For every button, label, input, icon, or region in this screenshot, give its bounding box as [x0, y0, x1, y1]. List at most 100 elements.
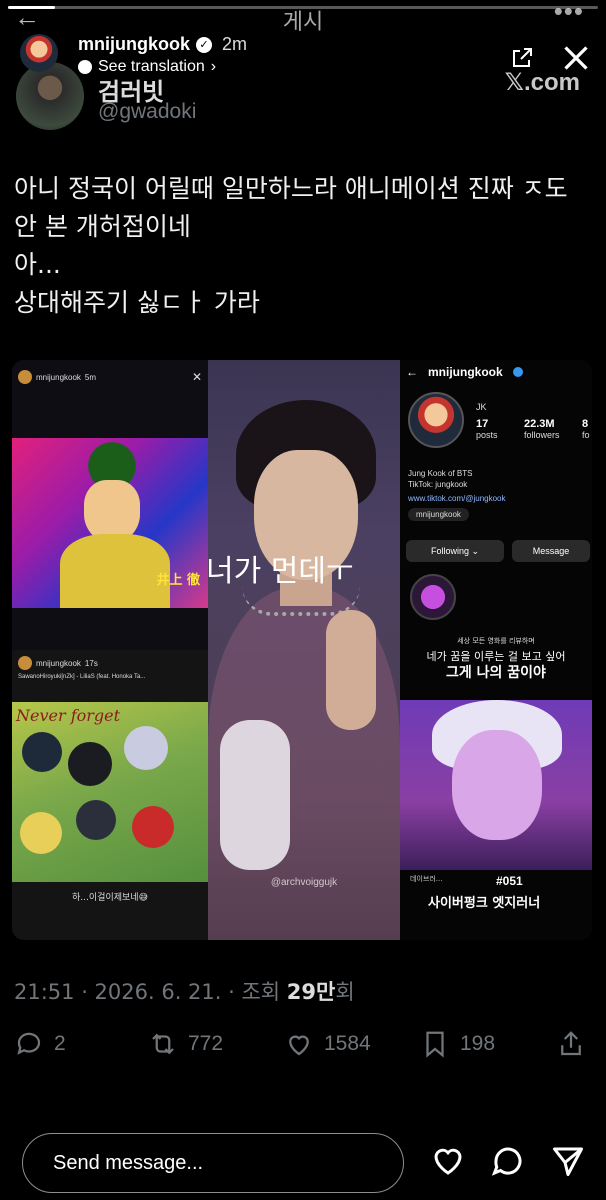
anime-image-2: Never forget	[12, 702, 208, 882]
anime-body	[60, 534, 170, 608]
like-action: 1584	[284, 1024, 371, 1064]
verified-icon	[512, 367, 523, 377]
tweet-text: 아니 정국이 어릴때 일만하느라 애니메이션 진짜 ㅈ도 안 본 개허접이네 아…	[14, 170, 594, 322]
mini-username: mnijungkook	[36, 372, 81, 382]
following-label: fo	[582, 430, 590, 440]
followers-label: followers	[524, 430, 560, 440]
episode-title: 사이버펑크 엣지러너	[428, 896, 541, 911]
photo-credit: @archvoiggujk	[270, 877, 338, 888]
profile-header: ← mnijungkook	[400, 360, 592, 384]
back-arrow-icon: ←	[406, 365, 418, 379]
share-icon	[561, 1031, 581, 1056]
story-username[interactable]: mnijungkook	[78, 34, 190, 55]
character-6	[76, 800, 116, 840]
heart-icon[interactable]	[430, 1143, 466, 1179]
reply-count: 2	[54, 1032, 66, 1055]
reply-icon	[17, 1032, 41, 1055]
tweet-actions: 2 772 1584 198	[0, 1024, 606, 1064]
collage-panel-profile: ← mnijungkook JK 17 posts 22.3M follower…	[400, 360, 592, 940]
more-icon: •••	[553, 0, 584, 26]
collage-panel-anime-2: mnijungkook 17s SawanoHiroyuki[nZk] - Li…	[12, 650, 208, 940]
mini-avatar	[18, 370, 32, 384]
profile-username: mnijungkook	[428, 365, 503, 379]
close-icon: ✕	[191, 370, 202, 384]
profile-avatar	[408, 392, 464, 448]
mini-music-line: SawanoHiroyuki[nZk] - LiliaS (feat. Hono…	[18, 668, 202, 686]
bio-line: Jung Kook of BTS	[408, 469, 473, 478]
anime-image-3	[400, 700, 592, 870]
mini-age: 5m	[84, 372, 97, 382]
tweet-image-collage: mnijungkook 5m ✕ 井上 徹 mnijungkook 17s Sa…	[12, 360, 592, 940]
retweet-count: 772	[188, 1032, 224, 1055]
tweet-screenshot: ← 게시 ••• 검러빗 @gwadoki 𝕏.com 아니 정국이 어릴때 일…	[0, 0, 606, 1085]
story-user[interactable]: mnijungkook ✓ 2m	[78, 34, 247, 55]
profile-pill: mnijungkook	[408, 508, 469, 521]
story-bottom-bar: Send message...	[0, 1085, 606, 1200]
anime-script: Never forget	[16, 706, 121, 725]
verified-icon: ✓	[196, 36, 212, 53]
bookmark-action: 198	[420, 1024, 495, 1064]
message-button: Message	[512, 540, 590, 562]
anime-face	[84, 480, 140, 542]
highlight-avatar	[410, 574, 456, 620]
story-time: 2m	[222, 34, 248, 54]
profile-link: www.tiktok.com/@jungkook	[408, 494, 506, 503]
tweet-meta: 21:51 · 2026. 6. 21. · 조회 29만회	[14, 976, 355, 1006]
photo-overlay-text: 너가 먼데ㅜ	[208, 554, 354, 589]
see-translation-button[interactable]: See translation ›	[78, 58, 216, 76]
character-2	[68, 742, 112, 786]
bio-line: TikTok: jungkook	[408, 480, 468, 489]
episode-number: #051	[496, 874, 523, 888]
share-action	[556, 1024, 586, 1064]
anime-caption: 하...이걸이제보네😅	[72, 893, 148, 903]
mini-age: 17s	[84, 658, 98, 668]
story-progress-bar	[8, 6, 598, 9]
like-count: 1584	[324, 1032, 371, 1055]
external-link-icon[interactable]	[510, 46, 534, 70]
anime-image-1: 井上 徹	[12, 438, 208, 608]
tweet-handle: @gwadoki	[98, 100, 197, 123]
following-button: Following ⌄	[406, 540, 504, 562]
profile-followers: 22.3M followers	[524, 418, 560, 440]
subtitle-small: 세상 모든 영화를 리뷰하며	[457, 637, 535, 645]
anime-face	[452, 730, 542, 840]
retweet-action: 772	[148, 1024, 223, 1064]
tweet-author-avatar	[16, 62, 84, 130]
character-4	[132, 806, 174, 848]
tweet-text-line: 안 본 개허접이네	[14, 212, 191, 241]
character-3	[124, 726, 168, 770]
character-1	[22, 732, 62, 772]
globe-icon	[78, 60, 92, 74]
tweet-text-line: 아니 정국이 어릴때 일만하느라 애니메이션 진짜 ㅈ도	[14, 174, 568, 203]
tweet-views-suffix: 회	[335, 980, 355, 1004]
subtitle-big: 그게 나의 꿈이야	[446, 665, 546, 681]
story-progress-fill	[8, 6, 56, 9]
photo-hand	[326, 610, 376, 730]
close-icon[interactable]	[558, 40, 594, 76]
collage-panel-photo: 너가 먼데ㅜ @archvoiggujk	[208, 360, 400, 940]
tweet-text-line: 아...	[14, 250, 61, 279]
profile-following: 8 fo	[582, 418, 590, 440]
bookmark-count: 198	[460, 1032, 496, 1055]
profile-posts: 17 posts	[476, 418, 498, 440]
heart-icon	[289, 1035, 309, 1056]
comment-icon[interactable]	[490, 1143, 526, 1179]
following-value: 8	[582, 418, 589, 430]
character-5	[20, 812, 62, 854]
story-avatar[interactable]	[20, 34, 58, 72]
see-translation-label: See translation	[98, 58, 205, 75]
send-icon[interactable]	[550, 1143, 586, 1179]
music-title: SawanoHiroyuki[nZk] - LiliaS (feat. Hono…	[18, 674, 146, 680]
send-message-input[interactable]: Send message...	[22, 1133, 404, 1193]
posts-label: posts	[476, 430, 498, 440]
chevron-right-icon: ›	[210, 58, 217, 75]
photo-sleeve	[220, 720, 290, 870]
posts-value: 17	[476, 418, 489, 430]
anime-caption: 井上 徹	[156, 573, 200, 588]
profile-initials: JK	[476, 402, 487, 412]
episode-tiny-label: 데이브러...	[410, 875, 443, 883]
mini-story-header: mnijungkook 5m ✕	[18, 368, 202, 386]
mini-username: mnijungkook	[36, 658, 81, 668]
bookmark-icon	[426, 1031, 444, 1058]
tweet-timestamp: 21:51 · 2026. 6. 21. · 조회	[14, 980, 287, 1004]
